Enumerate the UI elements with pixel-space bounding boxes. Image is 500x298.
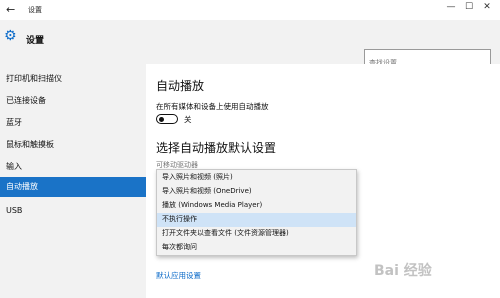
title-bar: ← 设置 — ☐ ✕ — [0, 0, 500, 20]
sidebar-item-connected-devices[interactable]: 已连接设备 — [0, 91, 146, 111]
close-button[interactable]: ✕ — [478, 2, 496, 12]
autoplay-toggle[interactable] — [156, 114, 178, 124]
toggle-state-label: 关 — [184, 115, 192, 124]
dropdown-option-ask-every-time[interactable]: 每次都询问 — [157, 241, 356, 255]
dropdown-option-import-photos[interactable]: 导入照片和视频 (照片) — [157, 171, 356, 185]
dropdown-option-play-wmp[interactable]: 播放 (Windows Media Player) — [157, 199, 356, 213]
dropdown-option-import-onedrive[interactable]: 导入照片和视频 (OneDrive) — [157, 185, 356, 199]
gear-icon: ⚙ — [4, 28, 17, 44]
toggle-knob — [159, 116, 164, 122]
sidebar-item-autoplay[interactable]: 自动播放 — [0, 177, 146, 197]
dropdown-option-take-no-action[interactable]: 不执行操作 — [157, 213, 356, 227]
app-title: 设置 — [26, 36, 45, 46]
autoplay-default-dropdown[interactable]: 导入照片和视频 (照片) 导入照片和视频 (OneDrive) 播放 (Wind… — [156, 169, 357, 256]
sidebar: 打印机和扫描仪 已连接设备 蓝牙 鼠标和触摸板 输入 自动播放 USB — [0, 64, 146, 298]
sidebar-item-typing[interactable]: 输入 — [0, 157, 146, 177]
autoplay-toggle-description: 在所有媒体和设备上使用自动播放 — [156, 102, 269, 111]
sidebar-item-printers[interactable]: 打印机和扫描仪 — [0, 69, 146, 89]
back-arrow-icon[interactable]: ← — [6, 3, 15, 16]
maximize-button[interactable]: ☐ — [460, 2, 478, 12]
default-apps-link[interactable]: 默认应用设置 — [156, 270, 201, 281]
window-title: 设置 — [28, 6, 42, 14]
dropdown-option-open-folder[interactable]: 打开文件夹以查看文件 (文件资源管理器) — [157, 227, 356, 241]
sidebar-item-usb[interactable]: USB — [0, 201, 146, 221]
minimize-button[interactable]: — — [442, 2, 460, 12]
watermark: Bai 经验 — [374, 263, 432, 279]
window-controls: — ☐ ✕ — [442, 2, 496, 12]
section-heading: 选择自动播放默认设置 — [156, 141, 277, 155]
sidebar-item-bluetooth[interactable]: 蓝牙 — [0, 113, 146, 133]
page-title: 自动播放 — [156, 79, 205, 93]
search-box[interactable] — [364, 49, 491, 70]
sidebar-item-mouse-touchpad[interactable]: 鼠标和触摸板 — [0, 135, 146, 155]
